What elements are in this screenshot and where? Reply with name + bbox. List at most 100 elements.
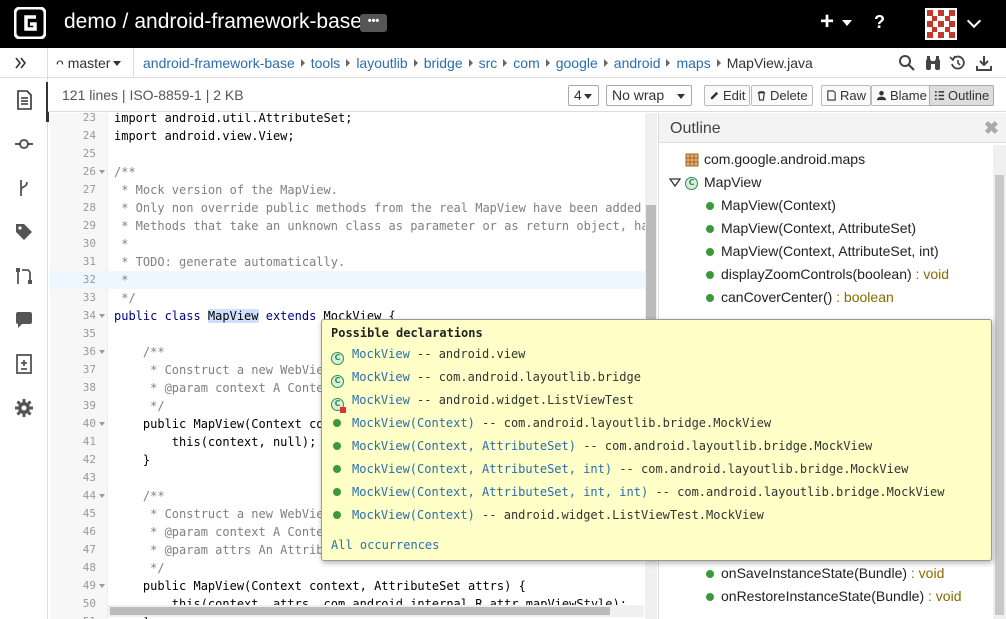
collapse-icon[interactable]	[669, 178, 681, 188]
line-number[interactable]: 38	[50, 379, 96, 397]
breadcrumb-item[interactable]: tools	[311, 55, 341, 71]
declaration-item[interactable]: MockView(Context, AttributeSet, int) -- …	[331, 459, 908, 479]
line-number[interactable]: 25	[50, 145, 96, 163]
line-number[interactable]: 32	[50, 271, 96, 289]
help-button[interactable]: ?	[874, 12, 885, 33]
line-number[interactable]: 51	[50, 613, 96, 619]
source-icon[interactable]	[12, 88, 36, 112]
line-number[interactable]: 43	[50, 469, 96, 487]
fold-toggle-icon[interactable]	[99, 170, 105, 174]
line-number[interactable]: 35	[50, 325, 96, 343]
tags-icon[interactable]	[12, 220, 36, 244]
fold-toggle-icon[interactable]	[99, 494, 105, 498]
pull-requests-icon[interactable]	[12, 264, 36, 288]
breadcrumb-item[interactable]: android	[614, 55, 661, 71]
declaration-item[interactable]: C MockView -- android.view	[331, 344, 525, 365]
fold-toggle-icon[interactable]	[99, 350, 105, 354]
repo-more-button[interactable]: •••	[360, 14, 387, 32]
outline-package[interactable]: com.google.android.maps	[704, 148, 865, 170]
commits-icon[interactable]	[12, 132, 36, 156]
line-number[interactable]: 28	[50, 199, 96, 217]
fold-toggle-icon[interactable]	[99, 584, 105, 588]
avatar[interactable]	[925, 8, 957, 40]
scrollbar-thumb[interactable]	[995, 175, 1004, 615]
all-occurrences-link[interactable]: All occurrences	[331, 538, 439, 552]
declaration-item[interactable]: C MockView -- android.widget.ListViewTest	[331, 390, 634, 413]
settings-icon[interactable]	[12, 396, 36, 420]
outline-member[interactable]: onSaveInstanceState(Bundle) : void	[721, 562, 944, 584]
wrap-select[interactable]: No wrap	[606, 85, 692, 106]
line-number[interactable]: 40	[50, 415, 96, 433]
outline-member[interactable]: displayZoomControls(boolean) : void	[721, 263, 949, 285]
breadcrumb-item[interactable]: layoutlib	[356, 55, 407, 71]
reviews-icon[interactable]	[12, 352, 36, 376]
outline-member[interactable]: onRestoreInstanceState(Bundle) : void	[721, 585, 961, 607]
declaration-item[interactable]: MockView(Context, AttributeSet) -- com.a…	[331, 436, 872, 456]
outline-class[interactable]: MapView	[704, 171, 761, 193]
search-icon[interactable]	[898, 54, 916, 72]
line-number[interactable]: 29	[50, 217, 96, 235]
line-number[interactable]: 48	[50, 559, 96, 577]
breadcrumb-item[interactable]: maps	[676, 55, 710, 71]
tab-size-select[interactable]: 4	[568, 85, 599, 106]
line-number[interactable]: 44	[50, 487, 96, 505]
declaration-item[interactable]: MockView(Context, AttributeSet, int, int…	[331, 482, 944, 502]
breadcrumb-item[interactable]: src	[479, 55, 498, 71]
line-number[interactable]: 41	[50, 433, 96, 451]
line-number[interactable]: 34	[50, 307, 96, 325]
logo-icon[interactable]	[14, 7, 46, 39]
outline-member[interactable]: MapView(Context, AttributeSet, int)	[721, 240, 939, 262]
branch-selector[interactable]: ᴖ master	[48, 48, 134, 78]
blame-button[interactable]: Blame	[871, 85, 932, 106]
outline-scrollbar[interactable]	[993, 145, 1006, 619]
line-number[interactable]: 33	[50, 289, 96, 307]
sidebar-toggle[interactable]	[0, 48, 48, 78]
line-number[interactable]: 27	[50, 181, 96, 199]
line-number[interactable]: 31	[50, 253, 96, 271]
editor-horizontal-scrollbar[interactable]	[108, 605, 644, 617]
binoculars-icon[interactable]	[924, 54, 942, 72]
declaration-item[interactable]: MockView(Context) -- android.widget.List…	[331, 505, 764, 525]
line-number[interactable]: 50	[50, 595, 96, 613]
repo-name-link[interactable]: android-framework-base	[134, 10, 362, 33]
fold-toggle-icon[interactable]	[99, 314, 105, 318]
line-number[interactable]: 37	[50, 361, 96, 379]
line-number[interactable]: 23	[50, 113, 96, 127]
breadcrumb-item[interactable]: com	[513, 55, 539, 71]
line-number[interactable]: 45	[50, 505, 96, 523]
close-icon[interactable]: ✖	[984, 118, 999, 139]
scrollbar-thumb[interactable]	[110, 607, 610, 615]
history-icon[interactable]	[949, 54, 967, 72]
repo-owner-link[interactable]: demo	[64, 10, 117, 33]
outline-member[interactable]: canCoverCenter() : boolean	[721, 286, 894, 308]
outline-member[interactable]: MapView(Context, AttributeSet)	[721, 217, 916, 239]
download-icon[interactable]	[975, 54, 993, 72]
code-line: 31 * TODO: generate automatically.	[50, 253, 650, 271]
outline-member[interactable]: MapView(Context)	[721, 194, 836, 216]
line-number[interactable]: 42	[50, 451, 96, 469]
class-name-highlight[interactable]: MapView	[207, 309, 259, 323]
repo-title: demo / android-framework-base	[64, 10, 362, 34]
package-icon	[685, 153, 699, 167]
breadcrumb-item[interactable]: android-framework-base	[143, 55, 295, 71]
edit-button[interactable]: Edit	[704, 85, 751, 106]
branches-icon[interactable]	[12, 176, 36, 200]
line-number[interactable]: 30	[50, 235, 96, 253]
line-number[interactable]: 39	[50, 397, 96, 415]
delete-button[interactable]: Delete	[751, 85, 813, 106]
line-number[interactable]: 26	[50, 163, 96, 181]
raw-button[interactable]: Raw	[821, 85, 872, 106]
line-number[interactable]: 36	[50, 343, 96, 361]
breadcrumb-item[interactable]: bridge	[424, 55, 463, 71]
line-number[interactable]: 46	[50, 523, 96, 541]
fold-toggle-icon[interactable]	[99, 422, 105, 426]
breadcrumb-item[interactable]: google	[556, 55, 598, 71]
declaration-item[interactable]: MockView(Context) -- com.android.layoutl…	[331, 413, 771, 433]
declaration-item[interactable]: C MockView -- com.android.layoutlib.bridg…	[331, 367, 641, 388]
outline-button[interactable]: Outline	[929, 85, 995, 106]
line-number[interactable]: 47	[50, 541, 96, 559]
line-number[interactable]: 24	[50, 127, 96, 145]
line-number[interactable]: 49	[50, 577, 96, 595]
comments-icon[interactable]	[12, 308, 36, 332]
create-button[interactable]: +	[820, 10, 834, 34]
